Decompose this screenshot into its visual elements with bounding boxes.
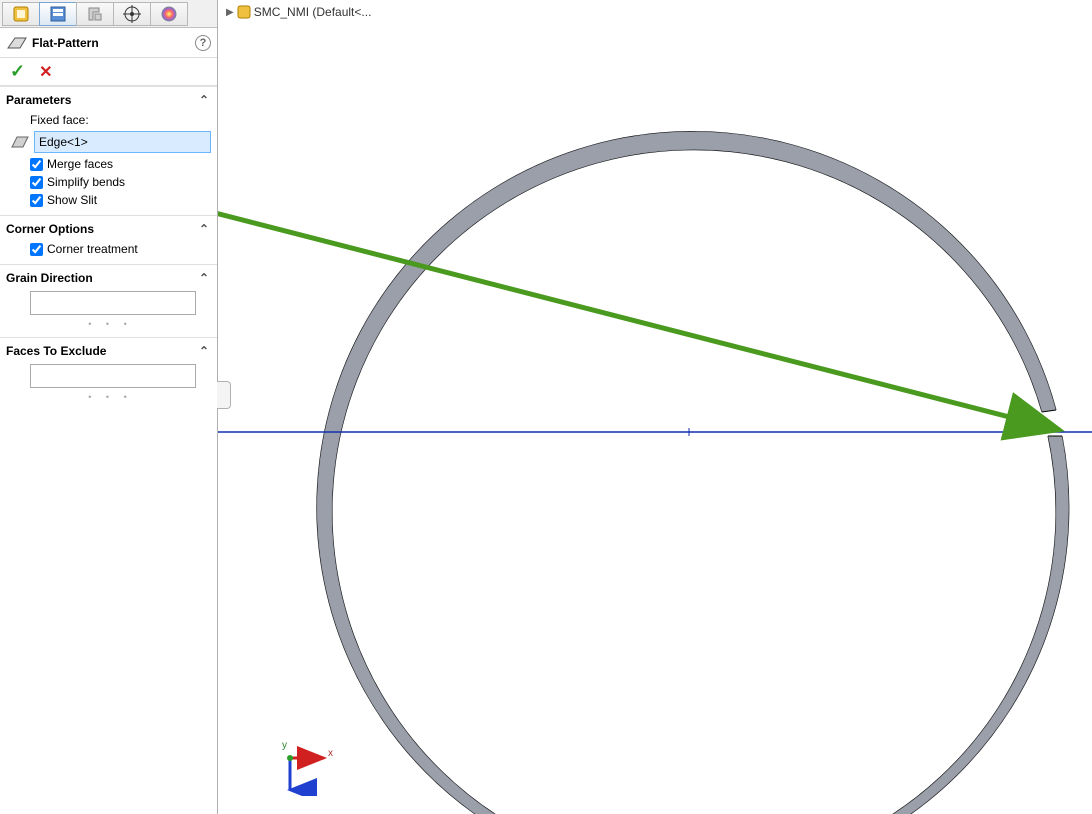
corner-options-header-label: Corner Options <box>6 222 94 236</box>
feature-title: Flat-Pattern <box>32 36 195 50</box>
merge-faces-checkbox[interactable] <box>30 158 43 171</box>
faces-to-exclude-header[interactable]: Faces To Exclude ⌃ <box>0 337 217 362</box>
merge-faces-label: Merge faces <box>47 157 113 171</box>
display-manager-tab[interactable] <box>150 2 188 26</box>
model-canvas <box>218 0 1092 814</box>
faces-to-exclude-input[interactable] <box>30 364 196 388</box>
simplify-bends-label: Simplify bends <box>47 175 125 189</box>
corner-treatment-checkbox[interactable] <box>30 243 43 256</box>
triad-x-label: x <box>328 748 333 759</box>
configuration-manager-tab[interactable] <box>76 2 114 26</box>
target-icon <box>123 5 141 23</box>
help-icon[interactable]: ? <box>195 35 211 51</box>
corner-options-header[interactable]: Corner Options ⌃ <box>0 215 217 240</box>
config-icon <box>86 5 104 23</box>
grain-direction-input[interactable] <box>30 291 196 315</box>
feature-tree-icon <box>12 5 30 23</box>
appearance-icon <box>160 5 178 23</box>
fixed-face-selection-row <box>10 131 211 153</box>
confirm-row: ✓ ✕ <box>0 58 217 86</box>
resize-grip-icon[interactable]: • • • <box>10 319 211 329</box>
faces-to-exclude-header-label: Faces To Exclude <box>6 344 106 358</box>
feature-manager-tab[interactable] <box>2 2 40 26</box>
resize-grip-icon[interactable]: • • • <box>10 392 211 402</box>
parameters-body: Fixed face: Merge faces Simplify bends S… <box>0 111 217 215</box>
ring-part[interactable] <box>317 131 1069 814</box>
grain-direction-header-label: Grain Direction <box>6 271 93 285</box>
corner-options-body: Corner treatment <box>0 240 217 264</box>
cancel-button[interactable]: ✕ <box>39 62 52 82</box>
property-manager-tab[interactable] <box>39 2 77 26</box>
faces-to-exclude-body: • • • <box>0 362 217 410</box>
panel-tabstrip <box>0 0 217 28</box>
flat-pattern-icon <box>6 35 28 51</box>
property-manager-panel: Flat-Pattern ? ✓ ✕ Parameters ⌃ Fixed fa… <box>0 0 218 814</box>
chevron-up-icon: ⌃ <box>199 93 209 107</box>
parameters-header[interactable]: Parameters ⌃ <box>0 86 217 111</box>
simplify-bends-checkbox[interactable] <box>30 176 43 189</box>
grain-direction-header[interactable]: Grain Direction ⌃ <box>0 264 217 289</box>
fixed-face-input[interactable] <box>34 131 211 153</box>
fixed-face-label: Fixed face: <box>30 113 211 127</box>
chevron-up-icon: ⌃ <box>199 222 209 236</box>
show-slit-checkbox[interactable] <box>30 194 43 207</box>
graphics-viewport[interactable]: ▶ SMC_NMI (Default<... <box>218 0 1092 814</box>
grain-direction-body: • • • <box>0 289 217 337</box>
property-manager-icon <box>49 5 67 23</box>
face-selection-icon <box>10 133 30 151</box>
parameters-header-label: Parameters <box>6 93 71 107</box>
triad-y-label: y <box>282 740 287 751</box>
ok-button[interactable]: ✓ <box>10 61 25 82</box>
chevron-up-icon: ⌃ <box>199 271 209 285</box>
show-slit-label: Show Slit <box>47 193 97 207</box>
corner-treatment-label: Corner treatment <box>47 242 138 256</box>
dimxpert-tab[interactable] <box>113 2 151 26</box>
view-triad[interactable]: x y <box>278 736 348 796</box>
feature-header: Flat-Pattern ? <box>0 28 217 58</box>
chevron-up-icon: ⌃ <box>199 344 209 358</box>
